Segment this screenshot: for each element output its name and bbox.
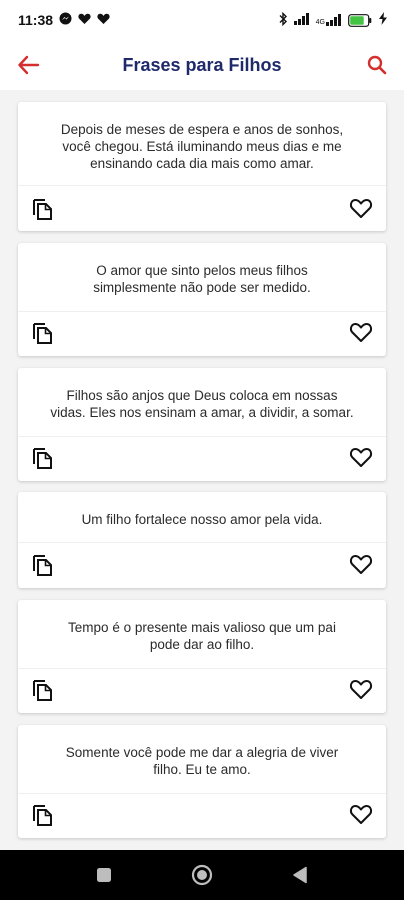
status-bar: 11:38 4G [0,0,404,40]
status-left: 11:38 [18,12,110,28]
copy-icon [33,680,52,701]
messenger-icon [59,12,72,28]
favorite-button[interactable] [348,676,374,702]
card-divider [18,542,386,543]
battery-icon [348,13,372,27]
favorite-button[interactable] [348,444,374,470]
status-time: 11:38 [18,12,54,28]
copy-button[interactable] [30,801,56,827]
quote-card: Filhos são anjos que Deus coloca em noss… [18,368,386,481]
quote-line: você chegou. Está iluminando meus dias e… [62,139,342,154]
copy-icon [33,555,52,576]
favorite-button[interactable] [348,801,374,827]
quote-text: O amor que sinto pelos meus filhos simpl… [42,262,362,296]
copy-icon [33,199,52,220]
status-right: 4G [278,11,388,29]
quote-card: Somente você pode me dar a alegria de vi… [18,725,386,838]
back-button[interactable] [14,52,44,78]
quote-text: Filhos são anjos que Deus coloca em noss… [42,387,362,421]
quote-text: Depois de meses de espera e anos de sonh… [42,121,362,172]
quote-line: Tempo é o presente mais valioso que um p… [68,620,336,635]
page-title: Frases para Filhos [122,54,282,75]
system-nav-bar [0,850,404,900]
triangle-back-icon [293,866,307,884]
app-notification-icon [78,13,91,28]
favorite-button[interactable] [348,195,374,221]
circle-home-icon [191,864,213,886]
quote-line: pode dar ao filho. [149,637,255,652]
card-divider [18,185,386,186]
quote-line: Depois de meses de espera e anos de sonh… [60,122,344,137]
quote-line: vidas. Eles nos ensinam a amar, a dividi… [50,405,354,420]
copy-button[interactable] [30,676,56,702]
card-divider [18,668,386,669]
quote-line: Filhos são anjos que Deus coloca em noss… [66,388,338,403]
square-recents-icon [97,868,111,882]
copy-icon [33,448,52,469]
card-divider [18,436,386,437]
quote-line: Somente você pode me dar a alegria de vi… [65,745,339,760]
quote-line: Um filho fortalece nosso amor pela vida. [81,512,323,527]
quote-line: ensinando cada dia mais como amar. [90,156,314,171]
quote-text: Um filho fortalece nosso amor pela vida. [42,511,362,528]
favorite-button[interactable] [348,319,374,345]
app-notification-icon [97,13,110,28]
card-divider [18,793,386,794]
copy-button[interactable] [30,319,56,345]
quote-line: O amor que sinto pelos meus filhos [96,263,308,278]
quote-line: simplesmente não pode ser medido. [93,280,311,295]
heart-outline-icon [349,323,373,342]
copy-icon [33,323,52,344]
quote-text: Tempo é o presente mais valioso que um p… [42,619,362,653]
copy-button[interactable] [30,551,56,577]
quote-card: O amor que sinto pelos meus filhos simpl… [18,243,386,356]
charging-icon [378,12,388,28]
search-button[interactable] [362,52,392,78]
quote-card: Depois de meses de espera e anos de sonh… [18,102,386,231]
heart-outline-icon [349,805,373,824]
copy-button[interactable] [30,444,56,470]
favorite-button[interactable] [348,551,374,577]
app-bar: Frases para Filhos [0,40,404,90]
recents-button[interactable] [90,861,118,889]
signal-4g-icon: 4G [316,14,342,26]
network-label: 4G [315,19,325,26]
card-divider [18,311,386,312]
heart-outline-icon [349,555,373,574]
home-button[interactable] [188,861,216,889]
copy-icon [33,805,52,826]
back-nav-button[interactable] [286,861,314,889]
bluetooth-icon [278,11,288,29]
heart-outline-icon [349,680,373,699]
heart-outline-icon [349,448,373,467]
signal-icon [293,12,310,28]
heart-outline-icon [349,199,373,218]
arrow-left-icon [18,55,40,75]
quote-card: Um filho fortalece nosso amor pela vida. [18,492,386,588]
quote-text: Somente você pode me dar a alegria de vi… [42,744,362,778]
copy-button[interactable] [30,195,56,221]
quote-list[interactable]: Depois de meses de espera e anos de sonh… [0,90,404,850]
search-icon [367,55,387,75]
quote-card: Tempo é o presente mais valioso que um p… [18,600,386,713]
quote-line: filho. Eu te amo. [153,762,251,777]
